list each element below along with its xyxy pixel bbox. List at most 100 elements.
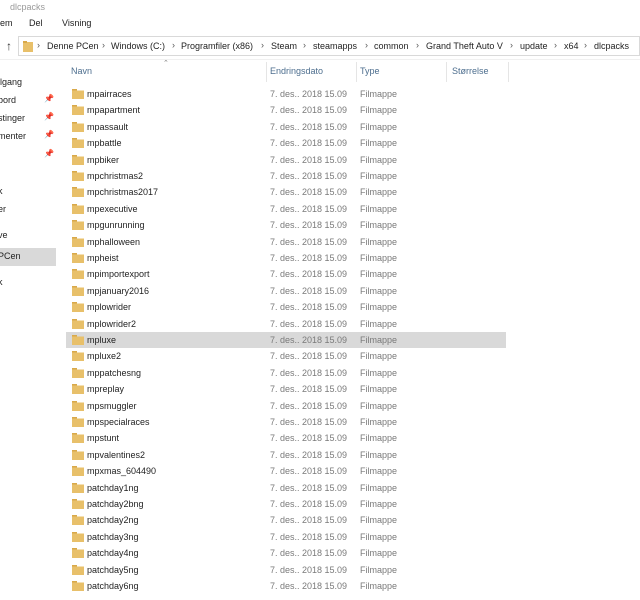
column-header-type[interactable]: Type (360, 66, 380, 76)
breadcrumb-program-files[interactable]: Programfiler (x86) (181, 41, 253, 51)
file-date: 7. des.. 2018 15.09 (270, 384, 348, 395)
file-row[interactable]: mplowrider 7. des.. 2018 15.09 Filmappe (66, 299, 506, 315)
nav-item-folder[interactable]: er (0, 201, 56, 219)
chevron-right-icon[interactable]: › (365, 40, 368, 50)
file-row[interactable]: mpvalentines2 7. des.. 2018 15.09 Filmappe (66, 447, 506, 463)
file-row[interactable]: patchday4ng 7. des.. 2018 15.09 Filmappe (66, 545, 506, 561)
chevron-right-icon[interactable]: › (102, 40, 105, 50)
file-row[interactable]: mpspecialraces 7. des.. 2018 15.09 Filmapp… (66, 414, 506, 430)
file-type: Filmappe (360, 220, 398, 231)
breadcrumb-dlcpacks[interactable]: dlcpacks (594, 41, 629, 51)
folder-icon (72, 253, 84, 263)
column-header-name[interactable]: Navn (71, 66, 92, 76)
address-bar[interactable]: › Denne PCen › Windows (C:) › Programfil… (18, 36, 640, 56)
breadcrumb-windows-c[interactable]: Windows (C:) (111, 41, 165, 51)
breadcrumb-steam[interactable]: Steam (271, 41, 297, 51)
breadcrumb-gta-v[interactable]: Grand Theft Auto V (426, 41, 503, 51)
file-row[interactable]: patchday3ng 7. des.. 2018 15.09 Filmappe (66, 529, 506, 545)
file-row[interactable]: mpjanuary2016 7. des.. 2018 15.09 Filmappe (66, 283, 506, 299)
chevron-right-icon[interactable]: › (554, 40, 557, 50)
column-divider[interactable] (446, 62, 447, 82)
nav-item-downloads[interactable]: stinger 📌 (0, 110, 56, 128)
column-header-date[interactable]: Endringsdato (270, 66, 323, 76)
tab-home[interactable]: em (0, 18, 13, 28)
file-type: Filmappe (360, 400, 398, 411)
file-type: Filmappe (360, 499, 398, 509)
nav-item-documents[interactable]: menter 📌 (0, 128, 56, 146)
file-type: Filmappe (360, 253, 398, 263)
folder-icon (72, 367, 84, 378)
nav-item-quick-access[interactable]: ilgang (0, 74, 56, 92)
file-row[interactable]: patchday1ng 7. des.. 2018 15.09 Filmappe (66, 480, 506, 496)
chevron-right-icon[interactable]: › (303, 40, 306, 50)
file-row[interactable]: mppatchesng 7. des.. 2018 15.09 Filmappe (66, 365, 506, 381)
file-name: mpchristmas2017 (87, 187, 159, 198)
file-name: mpluxe2 (87, 351, 122, 362)
breadcrumb-common[interactable]: common (374, 41, 409, 51)
chevron-right-icon[interactable]: › (172, 40, 175, 50)
column-divider[interactable] (266, 62, 267, 82)
file-name: mpexecutive (87, 203, 138, 214)
file-name: mppatchesng (87, 367, 142, 378)
file-date: 7. des.. 2018 15.09 (270, 482, 348, 493)
file-row[interactable]: patchday6ng 7. des.. 2018 15.09 Filmappe (66, 578, 506, 594)
nav-item-label: ilgang (0, 77, 23, 87)
file-date: 7. des.. 2018 15.09 (270, 335, 348, 345)
file-row[interactable]: patchday5ng 7. des.. 2018 15.09 Filmappe (66, 562, 506, 578)
file-row[interactable]: mpimportexport 7. des.. 2018 15.09 Filmapp… (66, 266, 506, 282)
window-title: dlcpacks (10, 2, 46, 12)
nav-item-desktop[interactable]: bord 📌 (0, 92, 56, 110)
file-row[interactable]: mpapartment 7. des.. 2018 15.09 Filmappe (66, 102, 506, 118)
file-type: Filmappe (360, 89, 398, 99)
file-row[interactable]: mpchristmas2 7. des.. 2018 15.09 Filmappe (66, 168, 506, 184)
nav-item-this-pc[interactable]: PCen (0, 248, 56, 266)
file-row[interactable]: mpassault 7. des.. 2018 15.09 Filmappe (66, 119, 506, 135)
breadcrumb-steamapps[interactable]: steamapps (313, 41, 357, 51)
file-row[interactable]: mplowrider2 7. des.. 2018 15.09 Filmappe (66, 316, 506, 332)
tab-view[interactable]: Visning (62, 18, 91, 28)
file-row[interactable]: mpexecutive 7. des.. 2018 15.09 Filmappe (66, 201, 506, 217)
breadcrumb-this-pc[interactable]: Denne PCen (47, 41, 99, 51)
column-header-size[interactable]: Størrelse (452, 66, 489, 76)
file-row[interactable]: mpbattle 7. des.. 2018 15.09 Filmappe (66, 135, 506, 151)
nav-item-label: k (0, 277, 3, 287)
nav-item-network[interactable]: k (0, 183, 56, 201)
file-row[interactable]: mpbiker 7. des.. 2018 15.09 Filmappe (66, 152, 506, 168)
file-row[interactable]: mphalloween 7. des.. 2018 15.09 Filmappe (66, 234, 506, 250)
chevron-right-icon[interactable]: › (584, 40, 587, 50)
chevron-right-icon[interactable]: › (510, 40, 513, 50)
column-divider[interactable] (356, 62, 357, 82)
file-row[interactable]: mpchristmas2017 7. des.. 2018 15.09 Filmap… (66, 184, 506, 200)
file-row[interactable]: patchday2bng 7. des.. 2018 15.09 Filmappe (66, 496, 506, 512)
column-divider[interactable] (508, 62, 509, 82)
file-row[interactable]: mpairraces 7. des.. 2018 15.09 Filmappe (66, 86, 506, 102)
folder-icon (72, 548, 84, 559)
chevron-right-icon[interactable]: › (261, 40, 264, 50)
folder-icon (72, 302, 84, 313)
file-row[interactable]: mpgunrunning 7. des.. 2018 15.09 Filmappe (66, 217, 506, 233)
file-row[interactable]: mpsmuggler 7. des.. 2018 15.09 Filmappe (66, 398, 506, 414)
nav-item-label: PCen (0, 251, 21, 261)
chevron-right-icon[interactable]: › (37, 40, 40, 50)
folder-icon (72, 400, 84, 411)
file-row[interactable]: mpxmas_604490 7. des.. 2018 15.09 Filmappe (66, 463, 506, 479)
folder-icon (72, 187, 84, 198)
file-type: Filmappe (360, 581, 398, 591)
folder-icon (72, 564, 84, 575)
file-row[interactable]: mpheist 7. des.. 2018 15.09 Filmappe (66, 250, 506, 266)
chevron-right-icon[interactable]: › (416, 40, 419, 50)
up-arrow-icon[interactable]: ↑ (2, 38, 16, 54)
file-date: 7. des.. 2018 15.09 (270, 417, 348, 427)
nav-item-network-2[interactable]: k (0, 274, 56, 292)
file-row[interactable]: mpreplay 7. des.. 2018 15.09 Filmappe (66, 381, 506, 397)
nav-item-drive[interactable]: ve (0, 227, 56, 245)
file-row[interactable]: mpstunt 7. des.. 2018 15.09 Filmappe (66, 430, 506, 446)
file-row[interactable]: mpluxe2 7. des.. 2018 15.09 Filmappe (66, 348, 506, 364)
nav-item-pictures[interactable]: 📌 (0, 147, 56, 165)
breadcrumb-x64[interactable]: x64 (564, 41, 579, 51)
file-row[interactable]: mpluxe 7. des.. 2018 15.09 Filmappe (66, 332, 506, 348)
tab-share[interactable]: Del (29, 18, 43, 28)
folder-icon (72, 384, 84, 395)
breadcrumb-update[interactable]: update (520, 41, 548, 51)
file-row[interactable]: patchday2ng 7. des.. 2018 15.09 Filmappe (66, 512, 506, 528)
